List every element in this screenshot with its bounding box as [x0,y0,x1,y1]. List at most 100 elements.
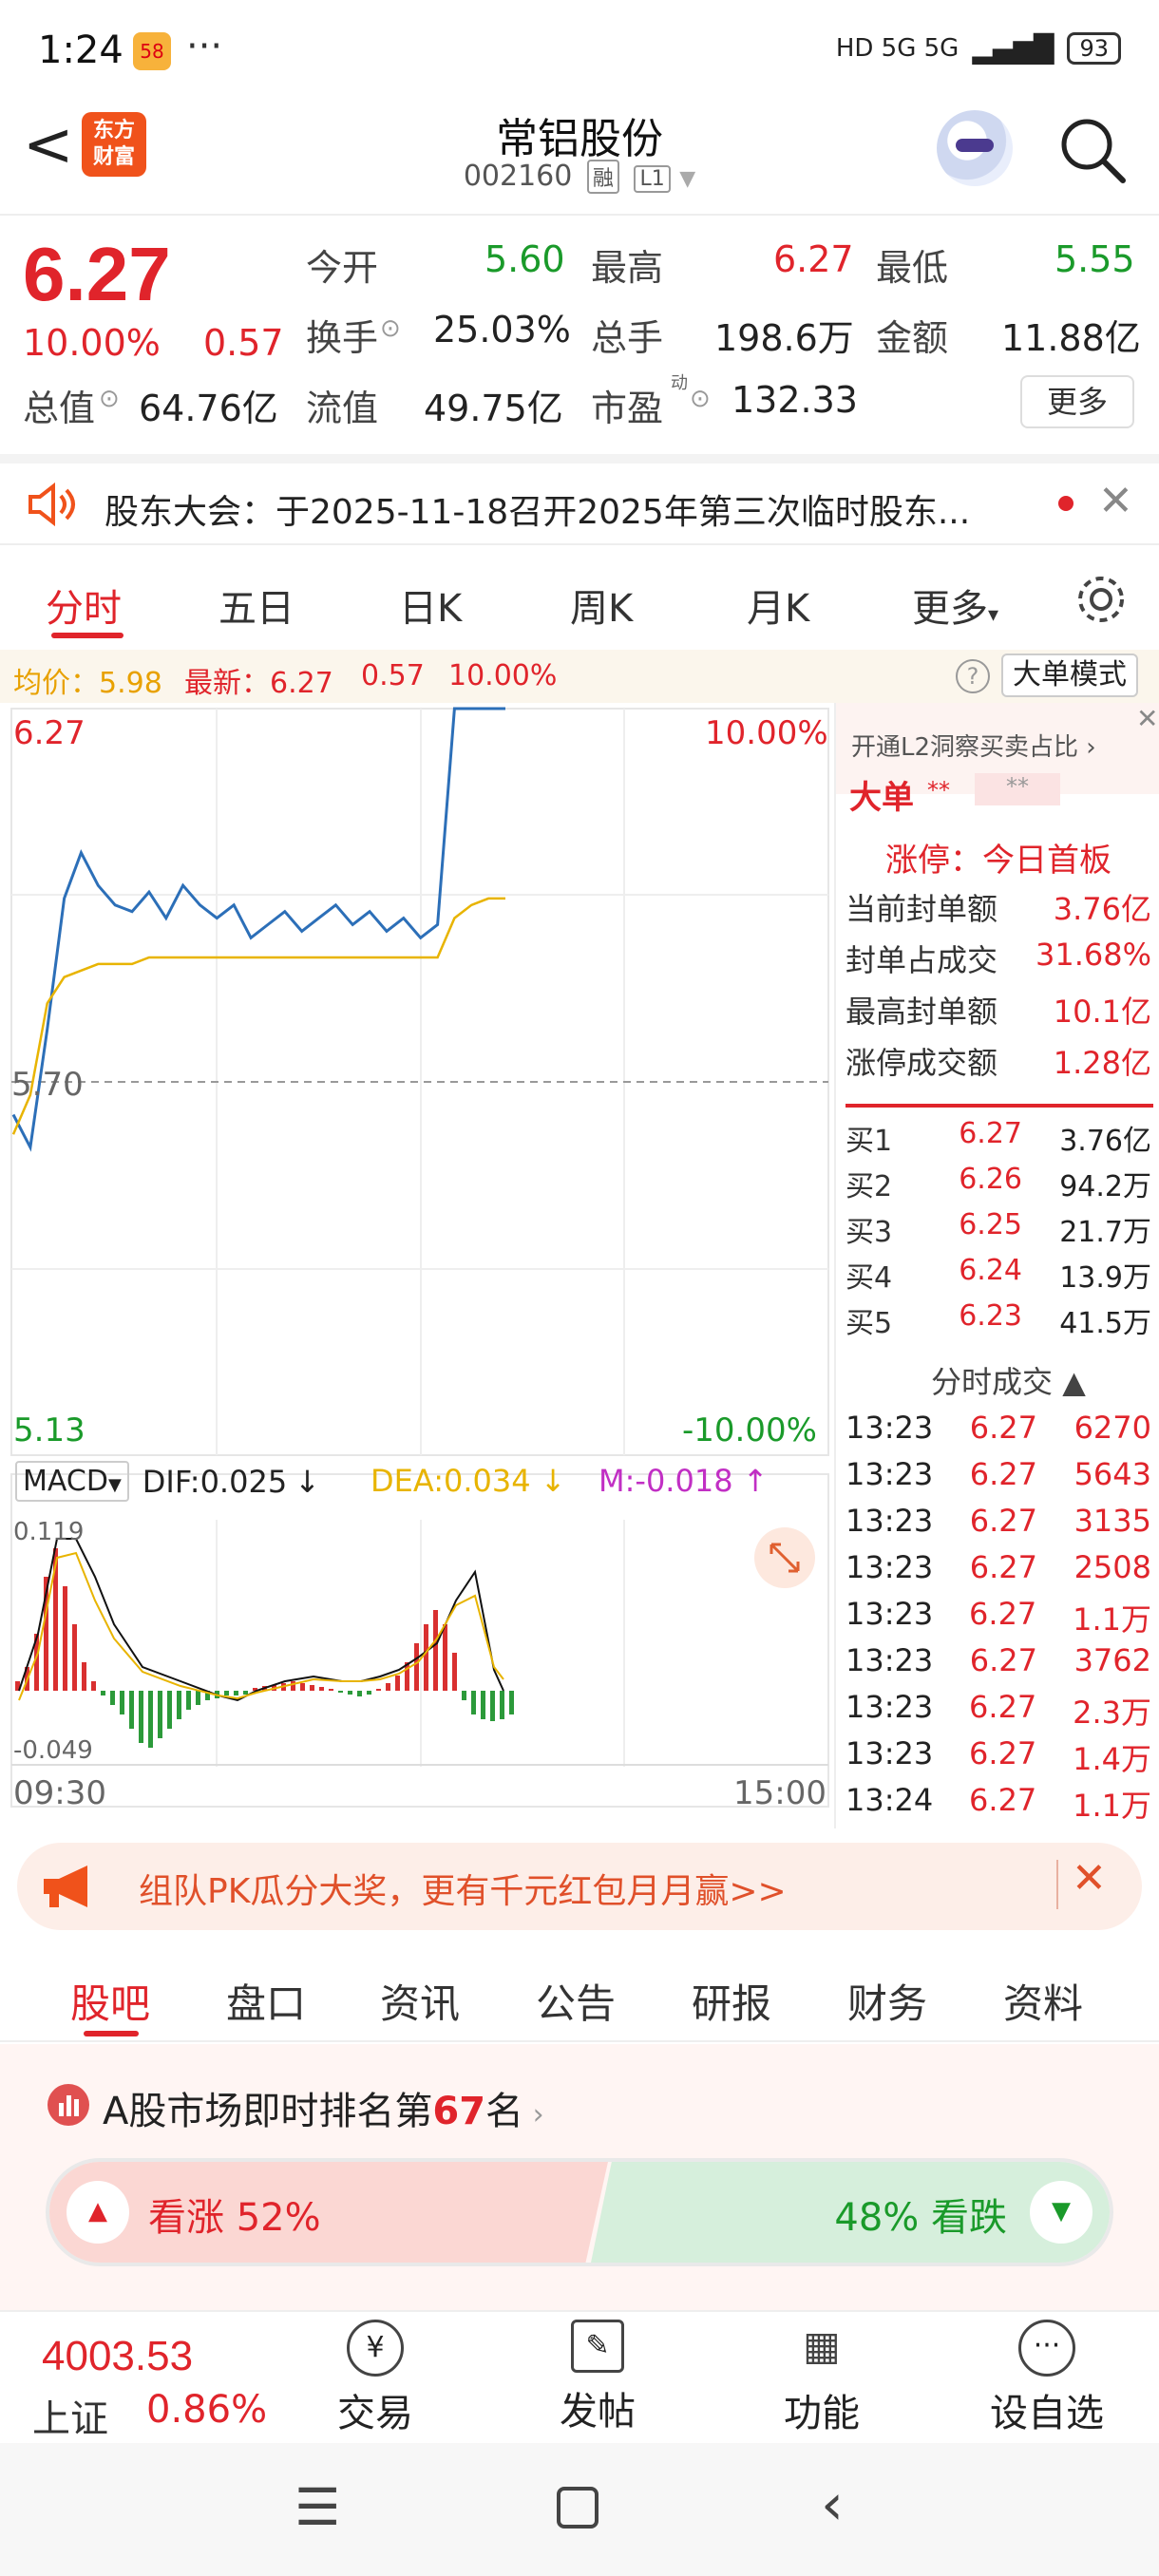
stat-label: 涨停成交额 [846,1045,998,1081]
trade-label: 交易 [337,2392,413,2435]
settings-gear-icon[interactable] [1074,572,1129,627]
macd-bar [329,1689,333,1691]
tab-5day[interactable]: 五日 [218,578,294,633]
bid-row[interactable]: 买4 6.24 13.9万 [846,1254,1151,1296]
active-tab-indicator [84,2031,139,2036]
tab-more[interactable]: 更多▾ [912,578,998,633]
promo-text: 组队PK瓜分大奖，更有千元红包月月赢>> [139,1872,787,1911]
bid-row[interactable]: 买5 6.23 41.5万 [846,1299,1151,1341]
down-vote-button[interactable]: ▼ [1030,2181,1092,2244]
trades-title[interactable]: 分时成交 ▲ [931,1358,1086,1402]
back-nav-icon[interactable]: ‹ [821,2472,844,2538]
macd-bar [376,1689,381,1691]
up-vote-button[interactable]: ▲ [66,2181,129,2244]
bid-price: 6.23 [959,1299,1022,1333]
trade-volume: 1.1万 [1073,1788,1151,1824]
top-pct-label: 10.00% [705,714,828,752]
active-tab-indicator [51,633,124,638]
trade-volume: 1.1万 [1073,1601,1151,1638]
status-time: 1:24 [38,28,124,72]
pe-label: 市盈 [591,388,664,429]
close-icon[interactable]: ✕ [1098,477,1133,525]
trade-price: 6.27 [969,1782,1037,1818]
bid-row[interactable]: 买2 6.26 94.2万 [846,1163,1151,1204]
ranking-text[interactable]: A股市场即时排名第67名 › [103,2080,544,2135]
search-icon[interactable] [1056,114,1129,186]
tab-guba[interactable]: 股吧 [70,1972,150,2030]
big-order-masked-1: ** [927,777,950,804]
notice-bar[interactable]: 股东大会：于2025-11-18召开2025年第三次临时股东... ✕ [0,454,1159,545]
add-watchlist-button[interactable]: ··· 设自选 [980,2320,1113,2437]
system-nav-bar: ☰ ‹ [0,2443,1159,2576]
tab-pankou[interactable]: 盘口 [226,1972,306,2030]
macd-histogram [15,1548,514,1748]
intraday-chart[interactable]: 6.27 10.00% 5.70 5.13 -10.00% MACD▼ DIF:… [0,703,834,1828]
stat-label: 封单占成交 [846,942,998,978]
dif-line [18,1538,504,1702]
trade-time: 13:23 [846,1689,934,1725]
close-icon[interactable]: ✕ [1072,1854,1107,1903]
indicator-select[interactable]: MACD▼ [15,1461,129,1502]
bid-row[interactable]: 买3 6.25 21.7万 [846,1208,1151,1250]
macd-bar [386,1683,390,1691]
open-label: 今开 [306,247,379,289]
tab-intraday[interactable]: 分时 [46,578,122,633]
price-change: 0.57 [203,322,284,364]
big-order-mode-button[interactable]: 大单模式 [1001,653,1138,697]
market-ranking: A股市场即时排名第67名 › ▲ 看涨 52% 48% 看跌 ▼ [0,2044,1159,2310]
tab-weekly-k[interactable]: 周K [570,578,633,633]
stat-value: 31.68% [1035,937,1151,973]
macd-bar [319,1687,324,1691]
menu-icon[interactable]: ☰ [294,2477,340,2537]
price-chart-svg[interactable] [0,703,834,1828]
margin-tag: 融 [586,160,619,194]
bid-row[interactable]: 买1 6.27 3.76亿 [846,1117,1151,1159]
trade-row: 13:23 6.27 3762 [846,1642,1151,1678]
info-icon[interactable]: ⊙ [690,385,711,413]
macd-bar [158,1691,162,1738]
tab-profile[interactable]: 资料 [1003,1972,1083,2030]
function-button[interactable]: ▦ 功能 [770,2320,874,2437]
macd-bar [424,1624,428,1691]
status-right: HD 5G 5G ▂▄▆█ 93 [836,32,1121,65]
tab-monthly-k[interactable]: 月K [747,578,809,633]
macd-bar [110,1691,115,1705]
robot-assistant-icon[interactable] [937,110,1013,186]
signal-icon: ▂▄▆█ [972,32,1054,65]
more-dots-icon: ··· [1018,2320,1075,2377]
macd-bar [91,1681,96,1691]
tab-finance[interactable]: 财务 [847,1972,927,2030]
trade-row: 13:24 6.27 1.1万 [846,1782,1151,1826]
l2-link[interactable]: 开通L2洞察买卖占比 › [851,728,1096,763]
tab-research[interactable]: 研报 [692,1972,771,2030]
bid-label: 买3 [846,1216,893,1249]
bottom-toolbar: 4003.53 上证 0.86% ¥ 交易 ✎ 发帖 ▦ 功能 ··· 设自选 [0,2310,1159,2443]
post-button[interactable]: ✎ 发帖 [545,2320,650,2435]
macd-bar [471,1691,476,1714]
macd-bottom-label: -0.049 [13,1736,93,1765]
info-icon[interactable]: ⊙ [99,385,120,413]
macd-bar [433,1610,438,1691]
tab-daily-k[interactable]: 日K [399,578,462,633]
info-icon[interactable]: ⊙ [380,314,401,343]
index-value[interactable]: 4003.53 [42,2333,193,2380]
app-badge-icon: 58 [133,32,171,70]
limit-stat-row: 最高封单额 10.1亿 [846,988,1151,1032]
trade-row: 13:23 6.27 2508 [846,1549,1151,1585]
close-icon[interactable]: ✕ [1136,703,1158,734]
help-icon[interactable]: ? [956,659,990,693]
home-icon[interactable] [557,2487,598,2529]
bid-volume: 41.5万 [1059,1307,1151,1340]
bid-price: 6.24 [959,1254,1022,1287]
trade-time: 13:23 [846,1735,934,1771]
stat-value: 1.28亿 [1053,1045,1151,1081]
promo-banner[interactable]: 组队PK瓜分大奖，更有千元红包月月赢>> ✕ [17,1843,1142,1930]
more-button[interactable]: 更多 [1020,375,1134,428]
tab-announcements[interactable]: 公告 [536,1972,616,2030]
amount-label: 金额 [876,317,949,359]
trade-button[interactable]: ¥ 交易 [323,2320,428,2437]
bid-label: 买5 [846,1307,893,1340]
tab-news[interactable]: 资讯 [380,1972,460,2030]
bid-price: 6.25 [959,1208,1022,1241]
macd-bar [167,1691,172,1729]
